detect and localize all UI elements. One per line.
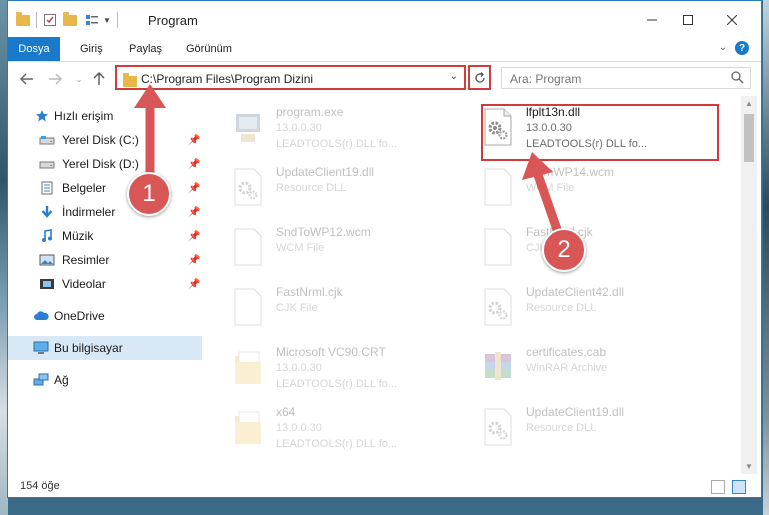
close-button[interactable] [712, 6, 752, 34]
scroll-up-icon[interactable]: ▲ [745, 99, 753, 108]
list-item[interactable]: Microsoft VC90 CRT 13.0.0.30 LEADTOOLS(r… [211, 342, 431, 402]
view-layout-icon[interactable] [85, 13, 99, 27]
sidebar-item-videos[interactable]: Videolar 📌 [8, 272, 202, 296]
quick-access-toolbar: ▼ [16, 11, 124, 29]
sidebar-item-onedrive[interactable]: OneDrive [8, 304, 202, 328]
dll-gear-icon [233, 168, 263, 206]
navigation-pane: Hızlı erişim Yerel Disk (C:) 📌 Yerel Dis… [8, 96, 202, 474]
address-path[interactable]: C:\Program Files\Program Dizini [141, 72, 313, 86]
chevron-down-icon[interactable]: ▼ [103, 16, 111, 25]
sidebar-item-music[interactable]: Müzik 📌 [8, 224, 202, 248]
search-input[interactable]: Ara: Program [510, 72, 581, 86]
folder-icon [16, 11, 30, 26]
folder-icon [233, 348, 263, 386]
list-item[interactable]: WcmWP14.wcm WCM File [461, 162, 681, 222]
pin-icon[interactable]: 📌 [188, 279, 200, 290]
music-icon [39, 228, 55, 244]
ribbon-expand-icon[interactable]: ⌄ [719, 42, 727, 53]
sidebar-item-documents[interactable]: Belgeler 📌 [8, 176, 202, 200]
sidebar-item-pictures[interactable]: Resimler 📌 [8, 248, 202, 272]
cloud-icon [33, 308, 49, 324]
file-highlight-box [481, 104, 719, 161]
list-item[interactable]: FastNrml.cjk CJK File [211, 282, 431, 342]
sidebar-item-downloads[interactable]: İndirmeler 📌 [8, 200, 202, 224]
tab-view[interactable]: Görünüm [186, 37, 232, 61]
pin-icon[interactable]: 📌 [188, 255, 200, 266]
list-item[interactable]: x64 13.0.0.30 LEADTOOLS(r) DLL fo... [211, 402, 431, 462]
computer-icon [33, 340, 49, 356]
blank-file-icon [483, 228, 513, 266]
address-bar[interactable]: C:\Program Files\Program Dizini ⌄ [115, 65, 466, 90]
video-icon [39, 276, 55, 292]
blank-file-icon [233, 288, 263, 326]
star-icon [34, 108, 50, 124]
folder-icon [123, 73, 137, 87]
help-icon[interactable]: ? [735, 41, 749, 55]
list-item[interactable]: SndToWP12.wcm WCM File [211, 222, 431, 282]
documents-icon [39, 180, 55, 196]
maximize-button[interactable] [668, 6, 708, 34]
explorer-window: ▼ Program Dosya Giriş Paylaş Görünüm ⌄ ?… [7, 0, 762, 498]
recent-locations-icon[interactable]: ⌄ [70, 70, 88, 88]
item-count: 154 öğe [20, 480, 60, 492]
title-bar: ▼ Program [8, 1, 761, 37]
drive-icon [39, 156, 55, 172]
scrollbar-thumb[interactable] [744, 114, 754, 162]
sidebar-item-quick-access[interactable]: Hızlı erişim [8, 104, 202, 128]
ribbon-tabs: Dosya Giriş Paylaş Görünüm ⌄ ? [8, 37, 761, 62]
pin-icon[interactable]: 📌 [188, 159, 200, 170]
list-item[interactable]: program.exe 13.0.0.30 LEADTOOLS(r) DLL f… [211, 102, 431, 162]
blank-file-icon [233, 228, 263, 266]
search-box[interactable]: Ara: Program [501, 67, 751, 89]
pin-icon[interactable]: 📌 [188, 231, 200, 242]
drive-icon [39, 132, 55, 148]
sidebar-item-this-pc[interactable]: Bu bilgisayar [8, 336, 202, 360]
archive-icon [483, 348, 513, 386]
download-icon [39, 204, 55, 220]
properties-icon[interactable] [43, 13, 57, 27]
callout-badge-1: 1 [127, 172, 171, 216]
vertical-scrollbar[interactable]: ▲ ▼ [741, 96, 757, 474]
tab-home[interactable]: Giriş [80, 37, 103, 61]
exe-icon [233, 108, 263, 146]
dll-gear-icon [483, 288, 513, 326]
new-folder-icon[interactable] [63, 11, 77, 26]
folder-icon [233, 408, 263, 446]
file-list: program.exe 13.0.0.30 LEADTOOLS(r) DLL f… [211, 96, 741, 474]
list-item[interactable]: certificates.cab WinRAR Archive [461, 342, 681, 402]
list-item[interactable]: UpdateClient42.dll Resource DLL [461, 282, 681, 342]
pin-icon[interactable]: 📌 [188, 135, 200, 146]
scroll-down-icon[interactable]: ▼ [745, 462, 753, 471]
sidebar-item-network[interactable]: Ağ [8, 368, 202, 392]
sidebar-item-local-disk-c[interactable]: Yerel Disk (C:) 📌 [8, 128, 202, 152]
tab-file[interactable]: Dosya [8, 37, 60, 61]
desktop-background-right [763, 0, 769, 515]
tiles-view-icon[interactable] [732, 480, 746, 494]
blank-file-icon [483, 168, 513, 206]
minimize-button[interactable] [632, 6, 672, 34]
refresh-button[interactable] [468, 65, 491, 90]
chevron-down-icon[interactable]: ⌄ [450, 71, 458, 82]
list-item[interactable]: UpdateClient19.dll Resource DLL [211, 162, 431, 222]
status-bar: 154 öğe [8, 475, 761, 497]
back-button[interactable] [18, 70, 36, 88]
dll-gear-icon [483, 408, 513, 446]
navigation-bar: ⌄ C:\Program Files\Program Dizini ⌄ Ara:… [8, 62, 761, 95]
sidebar-item-local-disk-d[interactable]: Yerel Disk (D:) 📌 [8, 152, 202, 176]
callout-badge-2: 2 [542, 228, 586, 272]
tab-share[interactable]: Paylaş [129, 37, 162, 61]
pin-icon[interactable]: 📌 [188, 183, 200, 194]
search-icon[interactable] [731, 71, 744, 87]
details-view-icon[interactable] [711, 480, 725, 494]
network-icon [33, 372, 49, 388]
list-item[interactable]: UpdateClient19.dll Resource DLL [461, 402, 681, 462]
window-title: Program [148, 13, 198, 28]
pin-icon[interactable]: 📌 [188, 207, 200, 218]
up-button[interactable] [90, 70, 108, 88]
pictures-icon [39, 252, 55, 268]
forward-button[interactable] [46, 70, 64, 88]
